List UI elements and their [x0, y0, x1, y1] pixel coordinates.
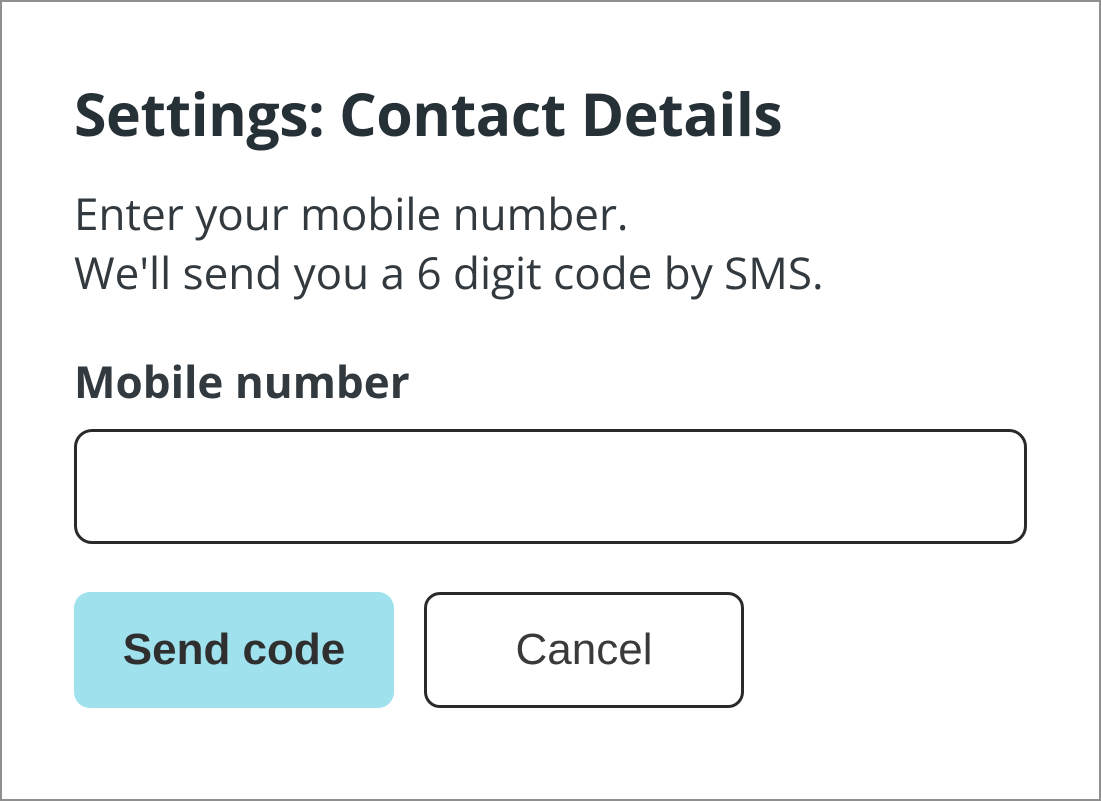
mobile-number-label: Mobile number — [74, 351, 1027, 411]
settings-contact-details-panel: Settings: Contact Details Enter your mob… — [0, 0, 1101, 801]
instructions-line-2: We'll send you a 6 digit code by SMS. — [74, 242, 824, 302]
page-title: Settings: Contact Details — [74, 74, 1027, 154]
button-row: Send code Cancel — [74, 592, 1027, 708]
instructions-line-1: Enter your mobile number. — [74, 183, 629, 243]
send-code-button[interactable]: Send code — [74, 592, 394, 708]
cancel-button[interactable]: Cancel — [424, 592, 744, 708]
instructions-text: Enter your mobile number. We'll send you… — [74, 184, 1027, 303]
mobile-number-input[interactable] — [74, 429, 1027, 544]
